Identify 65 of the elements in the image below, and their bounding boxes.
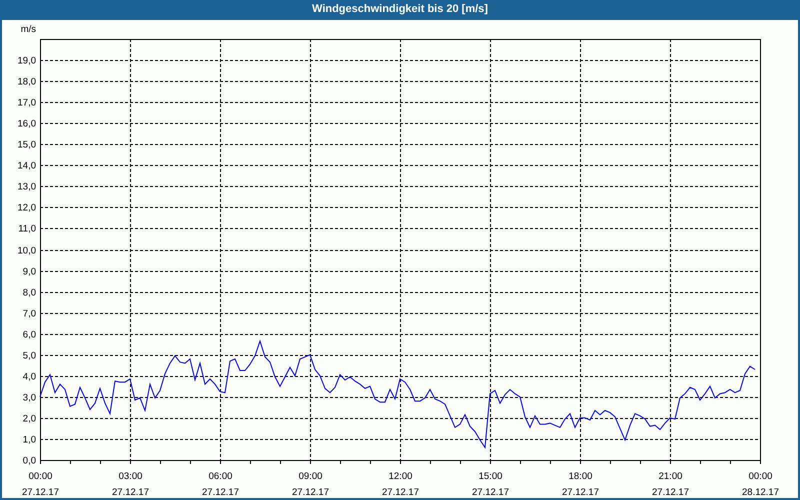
tick-mark	[370, 460, 371, 464]
x-tick-date: 27.12.17	[652, 487, 689, 498]
y-tick-label: 12,0	[18, 202, 36, 214]
y-tick-label: 7,0	[22, 308, 36, 320]
tick-mark	[640, 460, 641, 464]
x-tick-date: 27.12.17	[22, 487, 59, 498]
x-tick-date: 28.12.17	[742, 487, 779, 498]
x-tick-date: 27.12.17	[382, 487, 419, 498]
tick-mark	[430, 460, 431, 464]
tick-mark	[580, 460, 581, 464]
tick-mark	[550, 460, 551, 464]
tick-mark	[310, 460, 311, 464]
tick-mark	[670, 460, 671, 464]
window-title: Windgeschwindigkeit bis 20 [m/s]	[311, 2, 489, 17]
tick-mark	[280, 460, 281, 464]
y-tick-label: 16,0	[18, 118, 36, 130]
y-tick-label: 8,0	[22, 288, 36, 298]
tick-mark	[520, 460, 521, 464]
x-tick-time: 00:00	[28, 471, 52, 482]
y-tick-label: 11,0	[18, 224, 36, 234]
y-tick-label: 19,0	[18, 56, 36, 66]
x-tick-date: 27.12.17	[292, 487, 329, 498]
y-tick-label: 6,0	[22, 330, 36, 340]
y-tick-label: 10,0	[18, 246, 36, 256]
tick-mark	[490, 460, 491, 464]
x-tick-time: 06:00	[208, 471, 232, 482]
tick-mark	[130, 460, 131, 464]
tick-mark	[100, 460, 101, 464]
x-tick-time: 03:00	[118, 471, 142, 482]
y-tick-label: 5,0	[22, 350, 36, 362]
y-tick-label: 9,0	[22, 266, 36, 278]
x-tick-time: 18:00	[568, 471, 592, 482]
y-tick-label: 0,0	[22, 456, 36, 466]
tick-mark	[730, 460, 731, 464]
y-tick-label: 17,0	[18, 98, 36, 108]
y-tick-label: 15,0	[18, 140, 36, 150]
tick-mark	[40, 460, 41, 464]
tick-mark	[340, 460, 341, 464]
x-tick-time: 00:00	[748, 471, 772, 482]
y-tick-label: 4,0	[22, 372, 36, 382]
x-tick-date: 27.12.17	[562, 487, 599, 498]
x-tick-date: 27.12.17	[112, 487, 149, 498]
x-tick-time: 12:00	[388, 471, 412, 482]
tick-mark	[400, 460, 401, 464]
tick-mark	[190, 460, 191, 464]
tick-mark	[760, 460, 761, 464]
tick-mark	[460, 460, 461, 464]
y-tick-label: 3,0	[22, 392, 36, 404]
tick-mark	[160, 460, 161, 464]
x-tick-time: 21:00	[658, 471, 682, 482]
y-axis-label: m/s	[20, 24, 36, 35]
y-tick-label: 13,0	[18, 182, 36, 192]
tick-mark	[610, 460, 611, 464]
tick-mark	[70, 460, 71, 464]
y-tick-label: 1,0	[22, 434, 36, 446]
x-tick-time: 15:00	[478, 471, 502, 482]
y-tick-label: 2,0	[22, 414, 36, 424]
tick-mark	[250, 460, 251, 464]
y-tick-label: 18,0	[18, 76, 36, 88]
x-tick-date: 27.12.17	[202, 487, 239, 498]
x-tick-time: 09:00	[298, 471, 322, 482]
tick-mark	[700, 460, 701, 464]
tick-mark	[220, 460, 221, 464]
x-tick-date: 27.12.17	[472, 487, 509, 498]
y-tick-label: 14,0	[18, 160, 36, 172]
